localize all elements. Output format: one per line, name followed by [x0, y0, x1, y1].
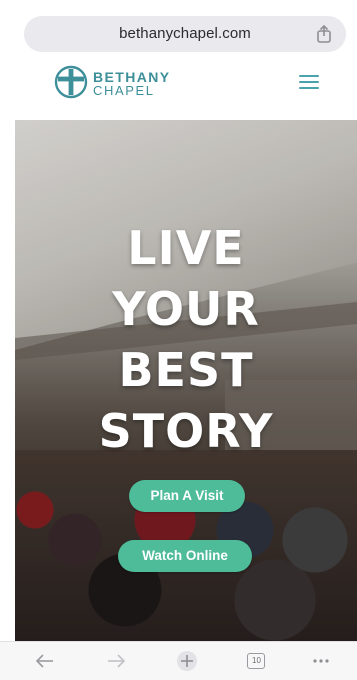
hero-section: LIVE YOUR BEST STORY Plan A Visit Watch …	[15, 120, 357, 641]
hero-title-line: YOUR	[112, 282, 260, 336]
forward-arrow-icon[interactable]	[104, 649, 128, 673]
new-tab-icon[interactable]	[175, 649, 199, 673]
hero-title-line: LIVE	[127, 221, 245, 275]
tab-count: 10	[252, 656, 261, 665]
watch-online-button[interactable]: Watch Online	[118, 540, 252, 572]
logo-text-chapel[interactable]: CHAPEL	[93, 83, 155, 98]
address-bar[interactable]: bethanychapel.com	[24, 16, 346, 52]
hero-title-line: STORY	[98, 404, 274, 458]
hero-title-line: BEST	[118, 343, 254, 397]
browser-url-area: bethanychapel.com	[0, 0, 357, 62]
share-icon[interactable]	[314, 24, 334, 44]
hamburger-menu-icon[interactable]	[299, 75, 319, 91]
site-header: BETHANY CHAPEL	[0, 62, 357, 120]
browser-toolbar: 10	[0, 641, 357, 680]
logo-cross-icon[interactable]	[54, 65, 88, 99]
back-arrow-icon[interactable]	[33, 649, 57, 673]
tabs-icon[interactable]: 10	[244, 649, 268, 673]
more-icon[interactable]	[309, 649, 333, 673]
plan-a-visit-button[interactable]: Plan A Visit	[129, 480, 245, 512]
url-text[interactable]: bethanychapel.com	[24, 25, 346, 42]
